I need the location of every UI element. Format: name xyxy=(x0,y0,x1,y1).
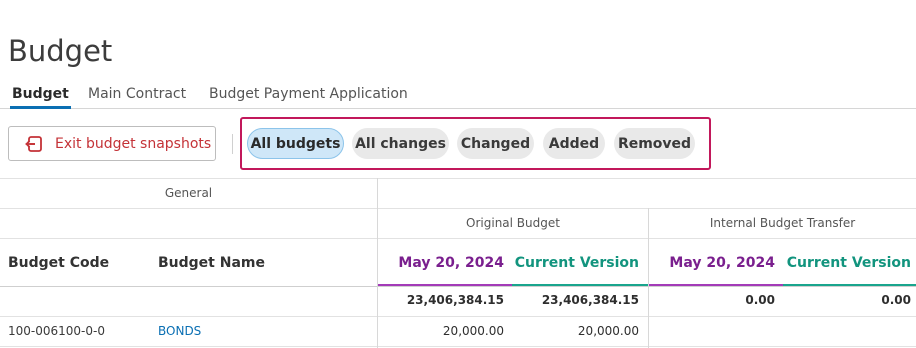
tab-main-contract[interactable]: Main Contract xyxy=(88,86,186,102)
column-header-budget-name[interactable]: Budget Name xyxy=(158,255,265,271)
frozen-column-divider xyxy=(377,178,378,348)
budget-table: General Original Budget Internal Budget … xyxy=(0,178,916,348)
tab-budget-payment-application[interactable]: Budget Payment Application xyxy=(209,86,408,102)
group-header-general: General xyxy=(164,186,213,200)
column-header-budget-code[interactable]: Budget Code xyxy=(8,255,109,271)
column-header-ibt-current-version[interactable]: Current Version xyxy=(783,255,911,271)
group-header-internal-budget-transfer: Internal Budget Transfer xyxy=(709,216,856,230)
group-header-original-budget: Original Budget xyxy=(466,216,560,230)
budget-code-cell: 100-006100-0-0 xyxy=(8,324,105,338)
exit-icon xyxy=(25,135,43,153)
column-header-ibt-snapshot-date[interactable]: May 20, 2024 xyxy=(651,255,775,271)
page-title: Budget xyxy=(8,34,113,68)
total-ibt-snapshot: 0.00 xyxy=(745,293,775,307)
exit-budget-snapshots-button[interactable]: Exit budget snapshots xyxy=(8,126,216,161)
filter-all-budgets[interactable]: All budgets xyxy=(247,128,344,159)
table-row-divider xyxy=(0,238,916,239)
table-row-divider xyxy=(0,316,916,317)
snapshot-column-underline xyxy=(649,284,783,286)
current-column-underline xyxy=(512,284,648,286)
table-top-border xyxy=(0,178,916,179)
filter-removed[interactable]: Removed xyxy=(614,128,695,159)
filter-added[interactable]: Added xyxy=(543,128,605,159)
budget-name-link[interactable]: BONDS xyxy=(158,324,201,338)
tab-bar: Budget Main Contract Budget Payment Appl… xyxy=(0,83,916,109)
total-ob-current: 23,406,384.15 xyxy=(541,293,639,307)
total-ob-snapshot: 23,406,384.15 xyxy=(406,293,504,307)
column-header-ob-current-version[interactable]: Current Version xyxy=(512,255,639,271)
total-ibt-current: 0.00 xyxy=(881,293,911,307)
filter-all-changes[interactable]: All changes xyxy=(352,128,449,159)
toolbar-divider xyxy=(232,134,233,154)
table-row-divider xyxy=(0,346,916,347)
exit-budget-snapshots-label: Exit budget snapshots xyxy=(55,135,212,152)
row-ob-current-value: 20,000.00 xyxy=(577,324,639,338)
current-column-underline xyxy=(783,284,916,286)
table-row-divider xyxy=(0,208,916,209)
table-row-divider xyxy=(0,286,916,287)
column-header-ob-snapshot-date[interactable]: May 20, 2024 xyxy=(380,255,504,271)
filter-changed[interactable]: Changed xyxy=(457,128,534,159)
row-ob-snapshot-value: 20,000.00 xyxy=(442,324,504,338)
tab-budget[interactable]: Budget xyxy=(10,86,71,109)
snapshot-column-underline xyxy=(378,284,512,286)
